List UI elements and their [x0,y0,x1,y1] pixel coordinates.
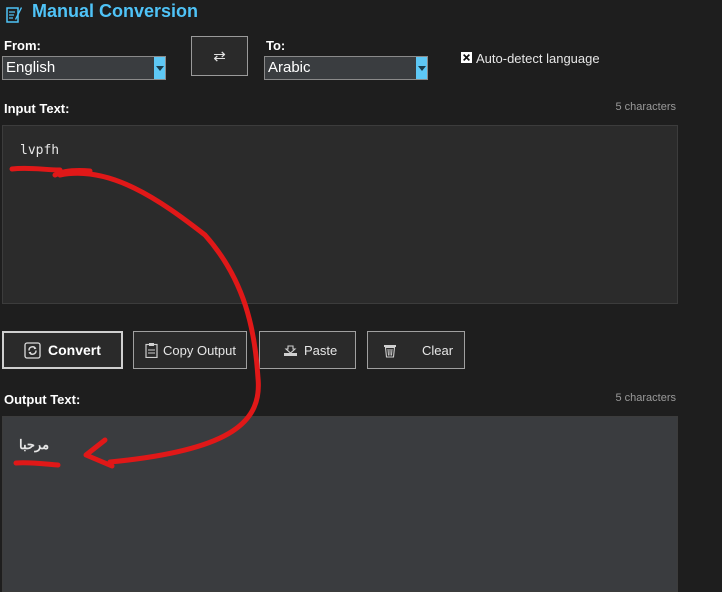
copy-output-label: Copy Output [163,342,236,358]
copy-output-button[interactable]: Copy Output [133,331,247,369]
edit-note-icon [6,7,22,23]
to-language-value: Arabic [268,59,311,76]
chevron-down-icon[interactable] [154,57,165,79]
convert-label: Convert [48,342,101,358]
input-textarea[interactable]: lvpfh [2,125,678,304]
clipboard-icon [145,343,158,358]
trash-icon [384,344,396,358]
auto-detect-label: Auto-detect language [476,51,600,66]
output-char-count: 5 characters [615,392,676,404]
page-title: Manual Conversion [32,1,199,21]
clear-label: Clear [422,342,454,358]
output-text-label: Output Text: [4,392,81,407]
input-char-count: 5 characters [615,101,676,113]
clear-button[interactable]: Clear [367,331,465,369]
chevron-down-icon[interactable] [416,57,427,79]
swap-arrows-icon: ⇄ [213,48,226,65]
to-language-dropdown[interactable]: Arabic [264,56,428,80]
from-language-dropdown[interactable]: English [2,56,166,80]
swap-languages-button[interactable]: ⇄ [191,36,248,76]
from-language-value: English [6,59,56,76]
from-label: From: [4,38,41,53]
output-text-value: مرحبا [19,437,50,452]
auto-detect-checkbox[interactable] [461,52,472,63]
paste-label: Paste [304,342,338,358]
paste-button[interactable]: Paste [259,331,356,369]
convert-button[interactable]: Convert [2,331,123,369]
refresh-icon [24,341,41,359]
output-textarea: مرحبا [2,416,678,592]
to-label: To: [266,38,286,53]
paste-icon [284,344,297,356]
input-text-label: Input Text: [4,101,70,116]
